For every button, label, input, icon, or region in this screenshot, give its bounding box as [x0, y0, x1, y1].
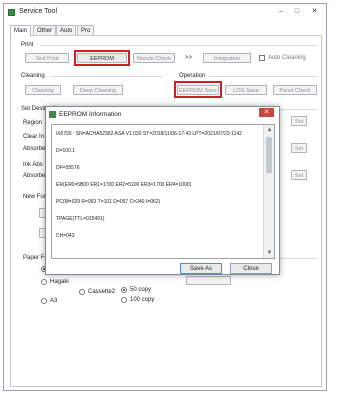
app-icon	[8, 9, 15, 16]
paper-feed-label: Paper Fe	[23, 255, 48, 261]
region-set-button[interactable]: Set	[291, 116, 307, 126]
eeprom-info-textarea[interactable]: iX6700 SN=ACHA52362 ASA V1.030 ST=2018/1…	[51, 124, 275, 259]
close-button[interactable]: ✕	[308, 7, 321, 16]
region-label: Region	[23, 120, 43, 126]
print-divider	[41, 45, 317, 46]
cleaning-button[interactable]: Cleaning	[25, 85, 61, 95]
eeprom-line-tpage: TPAGE(TTL=015491)	[56, 216, 105, 222]
minimize-button[interactable]: –	[276, 7, 286, 16]
cleaning-divider	[51, 76, 163, 77]
eeprom-line-model: iX6700 SN=ACHA52362 ASA V1.030 ST=2018/1…	[56, 131, 242, 137]
hagaki-label: Hagaki	[50, 279, 69, 285]
paper-feed-button[interactable]	[186, 276, 231, 285]
a3-label: A3	[50, 298, 58, 304]
print-section-label: Print	[21, 42, 34, 48]
log-save-button[interactable]: LOG Save	[225, 85, 267, 95]
save-as-button[interactable]: Save As	[180, 263, 222, 274]
dialog-close-button[interactable]: Close	[230, 263, 272, 274]
dialog-app-icon	[49, 111, 56, 118]
ink-absorber-set-button[interactable]: Set	[291, 170, 307, 180]
eeprom-line-d: D=100.1	[56, 148, 76, 154]
ink-absorber-label: Ink Abs	[23, 162, 43, 168]
arrows-label: >>	[185, 55, 193, 61]
100-copy-radio[interactable]	[121, 297, 127, 303]
scroll-thumb[interactable]	[266, 137, 272, 173]
clear-ink-label: Clear In	[23, 134, 45, 140]
eeprom-info-text: iX6700 SN=ACHA52362 ASA V1.030 ST=2018/1…	[56, 131, 258, 258]
panel-check-button[interactable]: Panel Check	[273, 85, 317, 95]
eeprom-line-ch: CH=043	[56, 233, 75, 239]
dialog-title: EEPROM Information	[59, 111, 122, 118]
eeprom-highlight	[74, 50, 130, 66]
eeprom-line-er: ER(ER0=5B00 ER1=1700 ER2=5100 ER3=1700 E…	[56, 182, 192, 188]
eeprom-save-highlight	[174, 81, 222, 98]
operation-section-label: Operation	[179, 73, 206, 79]
50-copy-label: 50 copy	[130, 287, 152, 293]
scroll-down-icon[interactable]: ▼	[264, 248, 275, 258]
title-bar: Service Tool – □ ✕	[4, 4, 326, 22]
operation-divider	[209, 76, 317, 77]
deep-cleaning-button[interactable]: Deep Cleaning	[73, 85, 123, 95]
maximize-button[interactable]: □	[292, 7, 302, 16]
clear-ink-set-button[interactable]: Set	[291, 143, 307, 153]
auto-cleaning-checkbox[interactable]	[259, 55, 265, 61]
eeprom-line-pc: PC(M=029 R=063 T=101 D=057 C=240 I=062)	[56, 199, 161, 205]
ink-absorber-counter-label: Absorbe	[23, 173, 46, 179]
scroll-up-icon[interactable]: ▲	[264, 125, 275, 135]
test-print-button[interactable]: Test Print	[25, 53, 69, 63]
eeprom-line-df: DF=55576	[56, 165, 80, 171]
eeprom-information-dialog: EEPROM Information ✕ iX6700 SN=ACHA52362…	[45, 106, 280, 275]
50-copy-radio[interactable]	[121, 287, 127, 293]
auto-cleaning-label: Auto Cleaning	[268, 55, 306, 61]
a3-radio[interactable]	[41, 298, 47, 304]
integration-button[interactable]: Integration	[203, 53, 251, 63]
cassette2-radio[interactable]	[79, 289, 85, 295]
textarea-scrollbar[interactable]: ▲ ▼	[263, 125, 274, 258]
tab-main[interactable]: Main	[10, 25, 32, 37]
nozzle-check-button[interactable]: Nozzle Check	[133, 53, 175, 63]
clear-ink-absorber-label: Absorbe	[23, 146, 46, 152]
cleaning-section-label: Cleaning	[21, 73, 45, 79]
window-title: Service Tool	[19, 8, 58, 15]
hagaki-radio[interactable]	[41, 279, 47, 285]
100-copy-label: 100 copy	[130, 297, 155, 303]
dialog-close-icon[interactable]: ✕	[259, 108, 274, 117]
cassette2-label: Cassette2	[88, 289, 116, 295]
